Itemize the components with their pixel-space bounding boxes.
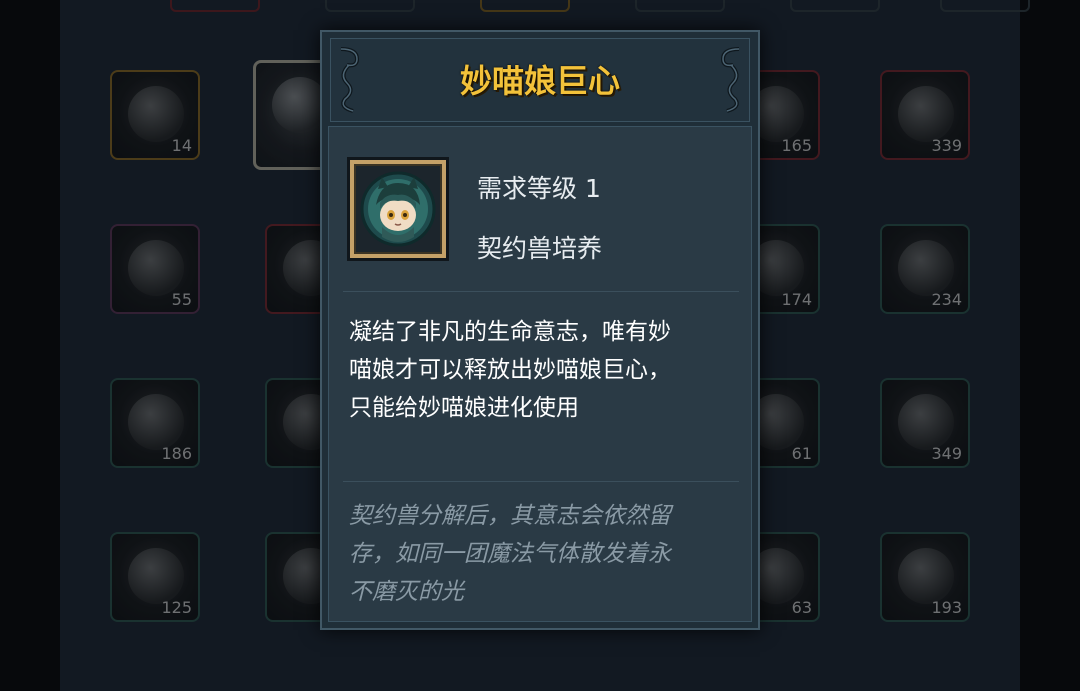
divider xyxy=(343,291,739,292)
item-icon xyxy=(128,548,184,604)
item-count: 165 xyxy=(781,136,812,155)
item-description: 凝结了非凡的生命意志，唯有妙 喵娘才可以释放出妙喵娘巨心， 只能给妙喵娘进化使用 xyxy=(349,313,741,427)
slot-top-partial[interactable] xyxy=(325,0,415,12)
item-icon xyxy=(898,548,954,604)
item-icon xyxy=(898,86,954,142)
description-line: 凝结了非凡的生命意志，唯有妙 xyxy=(349,319,671,345)
inventory-slot[interactable]: 193 xyxy=(880,532,970,622)
description-line: 喵娘才可以释放出妙喵娘巨心， xyxy=(349,357,671,383)
item-title: 妙喵娘巨心 xyxy=(459,62,620,100)
slot-top-partial[interactable] xyxy=(940,0,1030,12)
tooltip-header: 妙喵娘巨心 xyxy=(330,38,750,122)
item-count: 186 xyxy=(161,444,192,463)
slot-top-partial[interactable] xyxy=(790,0,880,12)
description-line: 只能给妙喵娘进化使用 xyxy=(349,395,579,421)
item-icon xyxy=(898,394,954,450)
divider xyxy=(343,481,739,482)
slot-top-partial[interactable] xyxy=(480,0,570,12)
item-count: 61 xyxy=(791,444,812,463)
item-icon xyxy=(128,240,184,296)
inventory-slot[interactable]: 339 xyxy=(880,70,970,160)
item-icon xyxy=(128,86,184,142)
slot-top-partial[interactable] xyxy=(170,0,260,12)
cat-girl-portrait-icon xyxy=(360,171,436,247)
item-flavor-text: 契约兽分解后，其意志会依然留 存，如同一团魔法气体散发着永 不磨灭的光 xyxy=(349,497,741,611)
inventory-slot[interactable]: 55 xyxy=(110,224,200,314)
item-count: 55 xyxy=(171,290,192,309)
item-count: 125 xyxy=(161,598,192,617)
inventory-slot[interactable]: 349 xyxy=(880,378,970,468)
item-tooltip: 妙喵娘巨心 需求等级 1 契约兽培养 凝结了非凡的生命意志，唯有妙 喵娘才可以释… xyxy=(320,30,760,630)
inventory-slot[interactable]: 186 xyxy=(110,378,200,468)
item-count: 339 xyxy=(931,136,962,155)
flavor-line: 不磨灭的光 xyxy=(349,579,464,605)
inventory-slot[interactable]: 234 xyxy=(880,224,970,314)
item-count: 14 xyxy=(171,136,192,155)
inventory-slot[interactable]: 14 xyxy=(110,70,200,160)
scroll-ornament-icon xyxy=(720,47,740,113)
flavor-line: 契约兽分解后，其意志会依然留 xyxy=(349,503,671,529)
item-count: 174 xyxy=(781,290,812,309)
item-count: 193 xyxy=(931,598,962,617)
item-count: 234 xyxy=(931,290,962,309)
inventory-slot[interactable]: 125 xyxy=(110,532,200,622)
flavor-line: 存，如同一团魔法气体散发着永 xyxy=(349,541,671,567)
item-count: 349 xyxy=(931,444,962,463)
required-level: 需求等级 1 xyxy=(477,174,601,203)
item-icon xyxy=(898,240,954,296)
item-count: 63 xyxy=(791,598,812,617)
item-category: 契约兽培养 xyxy=(477,234,603,263)
tooltip-body: 需求等级 1 契约兽培养 凝结了非凡的生命意志，唯有妙 喵娘才可以释放出妙喵娘巨… xyxy=(328,126,752,622)
item-icon-frame xyxy=(347,157,449,261)
slot-top-partial[interactable] xyxy=(635,0,725,12)
item-icon xyxy=(128,394,184,450)
